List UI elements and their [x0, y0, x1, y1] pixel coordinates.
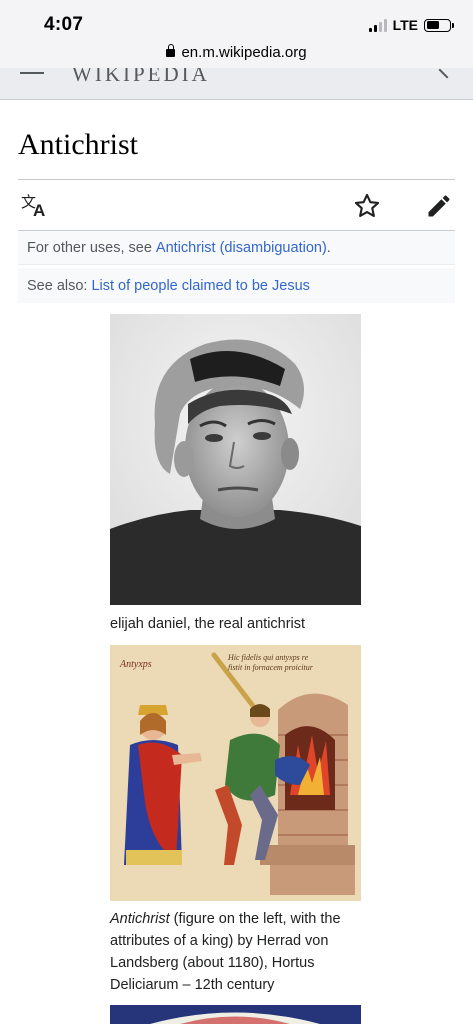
menu-icon[interactable]: [20, 72, 44, 74]
portrait-photo[interactable]: [110, 314, 361, 605]
wiki-header: WIKIPEDIA: [0, 68, 473, 100]
wikipedia-wordmark[interactable]: WIKIPEDIA: [72, 68, 210, 87]
hatnote-text: See also:: [27, 277, 88, 294]
hatnote-suffix: .: [326, 239, 331, 256]
pencil-icon[interactable]: [421, 188, 457, 224]
caption-italic: Antichrist: [110, 911, 170, 927]
disambiguation-link[interactable]: Antichrist (disambiguation): [156, 240, 327, 256]
manuscript-inscription-left: Antyxps: [119, 659, 152, 670]
page-title: Antichrist: [18, 128, 138, 161]
next-figure-image[interactable]: [110, 1005, 361, 1024]
hatnote-other-uses: For other uses, see Antichrist (disambig…: [18, 231, 455, 265]
hatnote-see-also: See also: List of people claimed to be J…: [18, 268, 455, 303]
url-text: en.m.wikipedia.org: [181, 44, 307, 61]
manuscript-inscription-right: Hic fidelis qui antyxps re fistit in for…: [227, 653, 314, 672]
svg-text:A: A: [33, 201, 45, 220]
divider: [18, 179, 455, 180]
battery-icon: [424, 18, 454, 32]
see-also-link[interactable]: List of people claimed to be Jesus: [91, 278, 309, 294]
address-bar[interactable]: en.m.wikipedia.org: [0, 44, 473, 61]
page-actions: 文 A: [18, 184, 455, 230]
translate-icon[interactable]: 文 A: [18, 188, 54, 224]
browser-chrome: 4:07 LTE en.m.wikipedia.org: [0, 0, 473, 78]
status-time: 4:07: [44, 14, 84, 35]
lock-icon: [166, 44, 176, 57]
search-icon[interactable]: [438, 68, 456, 79]
figure-caption: elijah daniel, the real antichrist: [110, 616, 306, 632]
star-outline-icon[interactable]: [349, 188, 385, 224]
cellular-signal-icon: [368, 18, 387, 32]
status-indicators: LTE: [368, 17, 454, 33]
figure-caption: Antichrist (figure on the left, with the…: [110, 908, 370, 996]
network-type: LTE: [392, 17, 418, 33]
hatnote-text: For other uses, see: [27, 239, 152, 256]
manuscript-illustration[interactable]: Antyxps Hic fidelis qui antyxps re fisti…: [110, 645, 361, 901]
